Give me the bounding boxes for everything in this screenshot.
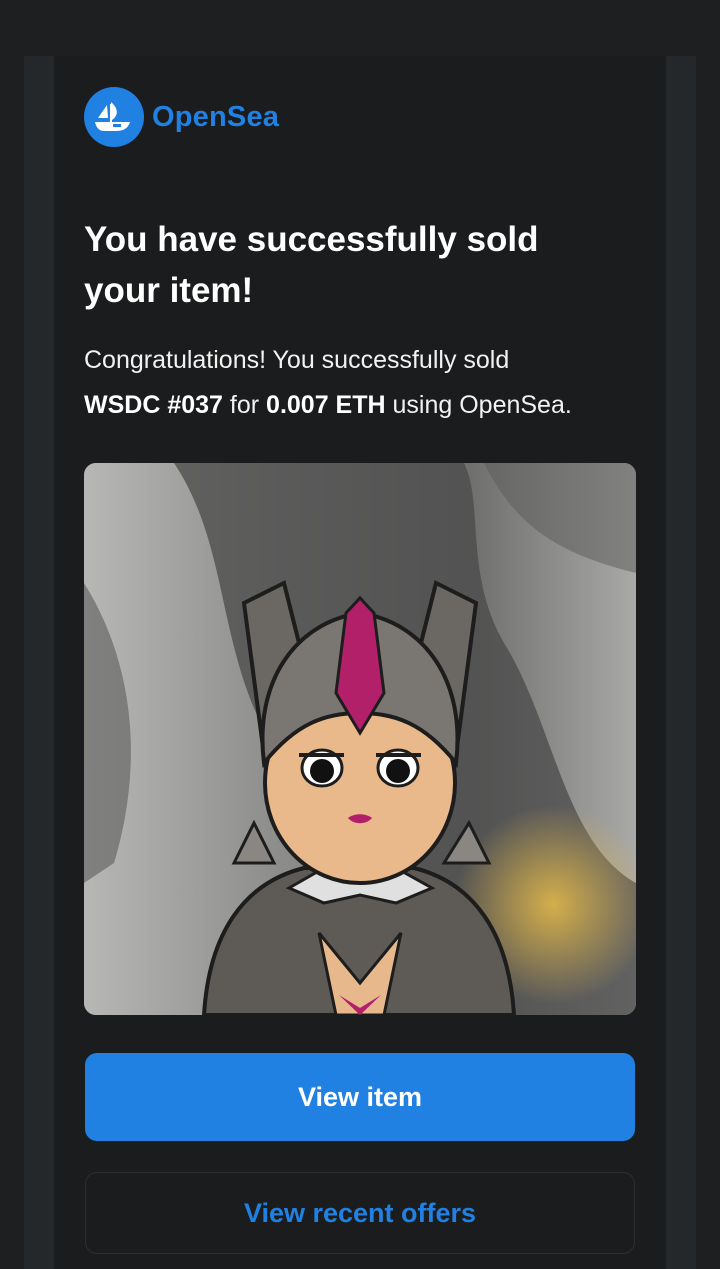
- view-recent-offers-button[interactable]: View recent offers: [85, 1172, 635, 1254]
- view-item-button[interactable]: View item: [85, 1053, 635, 1141]
- nft-image[interactable]: [84, 463, 636, 1015]
- item-name: WSDC #037: [84, 391, 223, 419]
- message-suffix: using OpenSea.: [392, 391, 572, 419]
- brand-name: OpenSea: [152, 100, 280, 133]
- sale-message: Congratulations! You successfully sold W…: [84, 338, 644, 428]
- message-for: for: [229, 391, 260, 419]
- title-line-1: You have successfully sold: [84, 220, 539, 259]
- page-title: You have successfully sold your item!: [84, 214, 604, 316]
- opensea-boat-icon: [84, 87, 144, 147]
- title-line-2: your item!: [84, 271, 254, 310]
- nft-character-artwork: [84, 463, 636, 1015]
- brand-header[interactable]: OpenSea: [84, 87, 279, 147]
- sale-price: 0.007 ETH: [266, 391, 386, 419]
- message-intro: Congratulations! You successfully sold: [84, 346, 510, 374]
